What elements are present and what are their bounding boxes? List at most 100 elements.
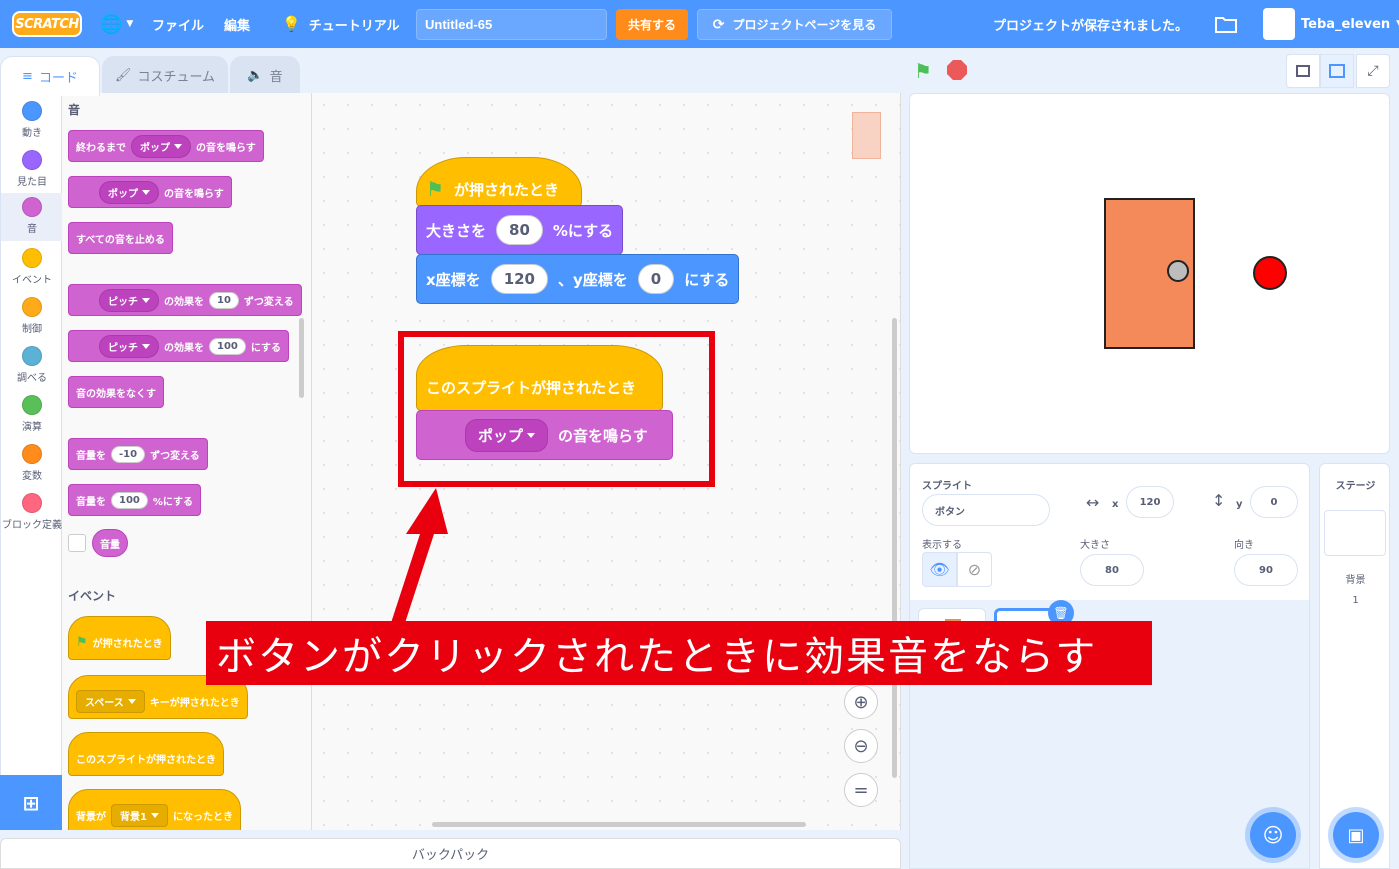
share-button[interactable]: 共有する [616, 9, 688, 40]
zoom-out-button[interactable]: ⊖ [844, 729, 878, 763]
block-clear-effects[interactable]: 音の効果をなくす [68, 376, 164, 408]
code-icon: ≡ [22, 69, 33, 84]
number-input[interactable]: -10 [111, 445, 146, 463]
block-when-sprite-clicked[interactable]: このスプライトが押されたとき [68, 732, 224, 776]
add-extension-button[interactable]: ⊞ [0, 775, 62, 830]
key-dropdown[interactable]: スペース [76, 689, 145, 713]
small-stage-button[interactable] [1286, 54, 1320, 88]
tab-costume[interactable]: 🖌 コスチューム [102, 56, 228, 94]
sprite-name-input[interactable]: ボタン [922, 494, 1050, 526]
number-input[interactable]: 80 [496, 215, 543, 245]
normal-stage-button[interactable] [1320, 54, 1354, 88]
show-sprite-button[interactable]: 👁 [922, 552, 957, 587]
effect-dropdown[interactable]: ピッチ [99, 334, 159, 358]
user-menu[interactable]: Teba_eleven ▼ [1263, 0, 1399, 48]
block-when-flag-clicked[interactable]: ⚑ が押されたとき [416, 157, 582, 207]
folder-icon[interactable] [1215, 0, 1237, 48]
hide-sprite-button[interactable]: ⊘ [957, 552, 992, 587]
block-text: %にする [152, 496, 193, 508]
number-input[interactable]: 100 [111, 491, 148, 509]
events-dot-icon [22, 248, 42, 268]
highlight-box [398, 331, 715, 487]
category-looks[interactable]: 見た目 [1, 148, 63, 194]
block-text: %にする [552, 221, 614, 240]
block-change-effect[interactable]: ピッチ の効果を 10 ずつ変える [68, 284, 302, 316]
backpack[interactable]: バックパック [0, 838, 901, 869]
tutorial-menu[interactable]: 💡 チュートリアル [282, 0, 400, 48]
block-when-flag-clicked[interactable]: ⚑ が押されたとき [68, 616, 171, 660]
zoom-in-button[interactable]: ⊕ [844, 685, 878, 719]
volume-monitor-checkbox[interactable] [68, 534, 86, 552]
block-text: にする [250, 342, 281, 354]
sound-dropdown[interactable]: ポップ [131, 134, 191, 158]
sound-dropdown[interactable]: ポップ [99, 180, 159, 204]
zoom-out-icon: ⊖ [853, 735, 869, 757]
workspace-h-scrollbar[interactable] [432, 822, 806, 827]
save-status: プロジェクトが保存されました。 [993, 18, 1189, 34]
block-goto-xy[interactable]: x座標を 120 、y座標を 0 にする [416, 254, 739, 304]
number-input[interactable]: 10 [209, 291, 239, 309]
project-page-button[interactable]: ⟳ プロジェクトページを見る [697, 9, 892, 40]
palette-scrollbar[interactable] [299, 318, 304, 398]
block-play-until-done[interactable]: 終わるまで ポップ の音を鳴らす [68, 130, 264, 162]
size-input[interactable]: 80 [1080, 554, 1144, 586]
category-events[interactable]: イベント [1, 246, 63, 292]
block-when-backdrop-switches[interactable]: 背景が 背景1 になったとき [68, 789, 241, 830]
backdrop-dropdown[interactable]: 背景1 [111, 803, 168, 827]
x-input[interactable]: 120 [1126, 486, 1174, 518]
eye-icon: 👁 [929, 560, 950, 579]
category-control[interactable]: 制御 [1, 295, 63, 341]
workspace-v-scrollbar[interactable] [892, 318, 897, 778]
block-volume-reporter[interactable]: 音量 [92, 529, 128, 557]
block-start-sound[interactable]: ポップ の音を鳴らす [68, 176, 232, 208]
tab-code[interactable]: ≡ コード [0, 56, 100, 96]
block-text: 、y座標を [558, 270, 628, 289]
project-title-input[interactable] [416, 9, 607, 40]
edit-menu[interactable]: 編集 [224, 0, 250, 48]
globe-icon: 🌐 [100, 13, 123, 35]
effect-dropdown[interactable]: ピッチ [99, 288, 159, 312]
block-text: 背景が [76, 811, 106, 823]
block-set-effect[interactable]: ピッチ の効果を 100 にする [68, 330, 289, 362]
green-flag-icon: ⚑ [426, 177, 444, 201]
file-menu[interactable]: ファイル [152, 0, 204, 48]
block-change-volume[interactable]: 音量を -10 ずつ変える [68, 438, 208, 470]
number-input[interactable]: 0 [637, 264, 675, 294]
category-operators[interactable]: 演算 [1, 393, 63, 439]
block-text: 音量を [76, 496, 106, 508]
stage-selector[interactable]: ステージ 背景 1 [1319, 463, 1390, 869]
category-label: 音 [27, 224, 37, 235]
block-set-volume[interactable]: 音量を 100 %にする [68, 484, 201, 516]
block-stop-all-sounds[interactable]: すべての音を止める [68, 222, 173, 254]
stage[interactable] [909, 93, 1390, 454]
choose-backdrop-button[interactable]: ▣ [1333, 812, 1379, 858]
category-sound[interactable]: 音 [1, 193, 63, 241]
category-sensing[interactable]: 調べる [1, 344, 63, 390]
direction-input[interactable]: 90 [1234, 554, 1298, 586]
button-sprite[interactable] [1253, 256, 1287, 290]
lightbulb-icon: 💡 [282, 15, 301, 33]
show-label: 表示する [922, 540, 962, 551]
block-text: キーが押されたとき [149, 697, 240, 709]
category-label: 調べる [17, 373, 47, 384]
chevron-down-icon [142, 189, 150, 195]
stop-button[interactable] [947, 60, 967, 80]
door-sprite[interactable] [1104, 198, 1195, 349]
fullscreen-button[interactable]: ⤢ [1356, 54, 1390, 88]
zoom-reset-button[interactable]: = [844, 773, 878, 807]
stage-thumbnail[interactable] [1324, 510, 1386, 556]
category-variables[interactable]: 変数 [1, 442, 63, 488]
language-menu[interactable]: 🌐 ▼ [100, 0, 133, 48]
number-input[interactable]: 100 [209, 337, 246, 355]
category-my-blocks[interactable]: ブロック定義 [1, 491, 63, 547]
speaker-icon: 🔈 [247, 68, 264, 83]
category-motion[interactable]: 動き [1, 99, 63, 145]
number-input[interactable]: 120 [490, 264, 548, 294]
project-page-label: プロジェクトページを見る [732, 18, 877, 32]
tab-sound[interactable]: 🔈 音 [230, 56, 300, 94]
green-flag-button[interactable]: ⚑ [914, 59, 932, 83]
choose-sprite-button[interactable]: ☺ [1250, 812, 1296, 858]
y-input[interactable]: 0 [1250, 486, 1298, 518]
block-set-size[interactable]: 大きさを 80 %にする [416, 205, 623, 255]
scratch-logo[interactable]: SCRATCH [12, 11, 82, 37]
